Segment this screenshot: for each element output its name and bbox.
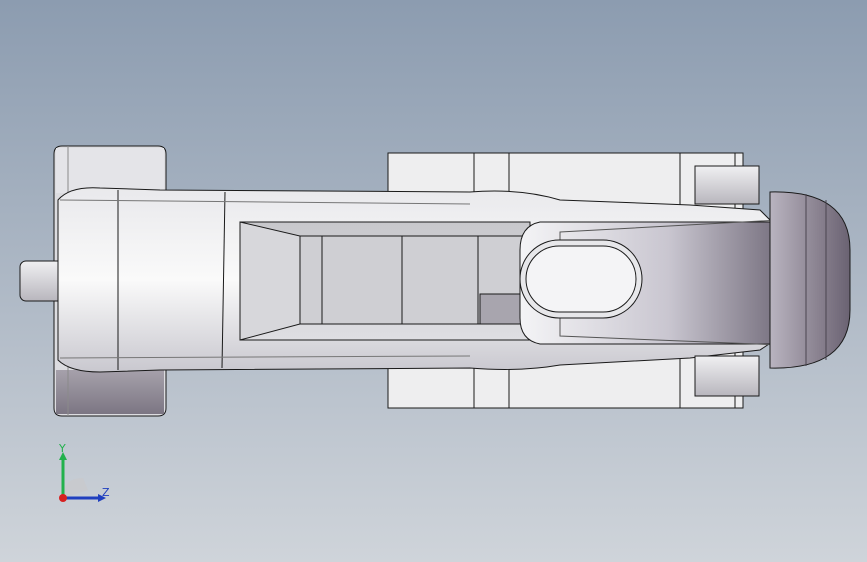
upper-boss	[694, 165, 760, 205]
arm-pocket	[239, 221, 531, 341]
hub-slot	[519, 239, 643, 319]
lower-boss	[694, 355, 760, 397]
x-axis-dot	[59, 494, 67, 502]
model-view[interactable]	[0, 0, 867, 562]
graphics-viewport[interactable]: Y Z	[0, 0, 867, 562]
right-end-cap	[769, 191, 851, 369]
y-axis-label: Y	[59, 442, 66, 455]
z-axis-label: Z	[102, 486, 110, 499]
coordinate-triad: Y Z	[50, 440, 120, 510]
